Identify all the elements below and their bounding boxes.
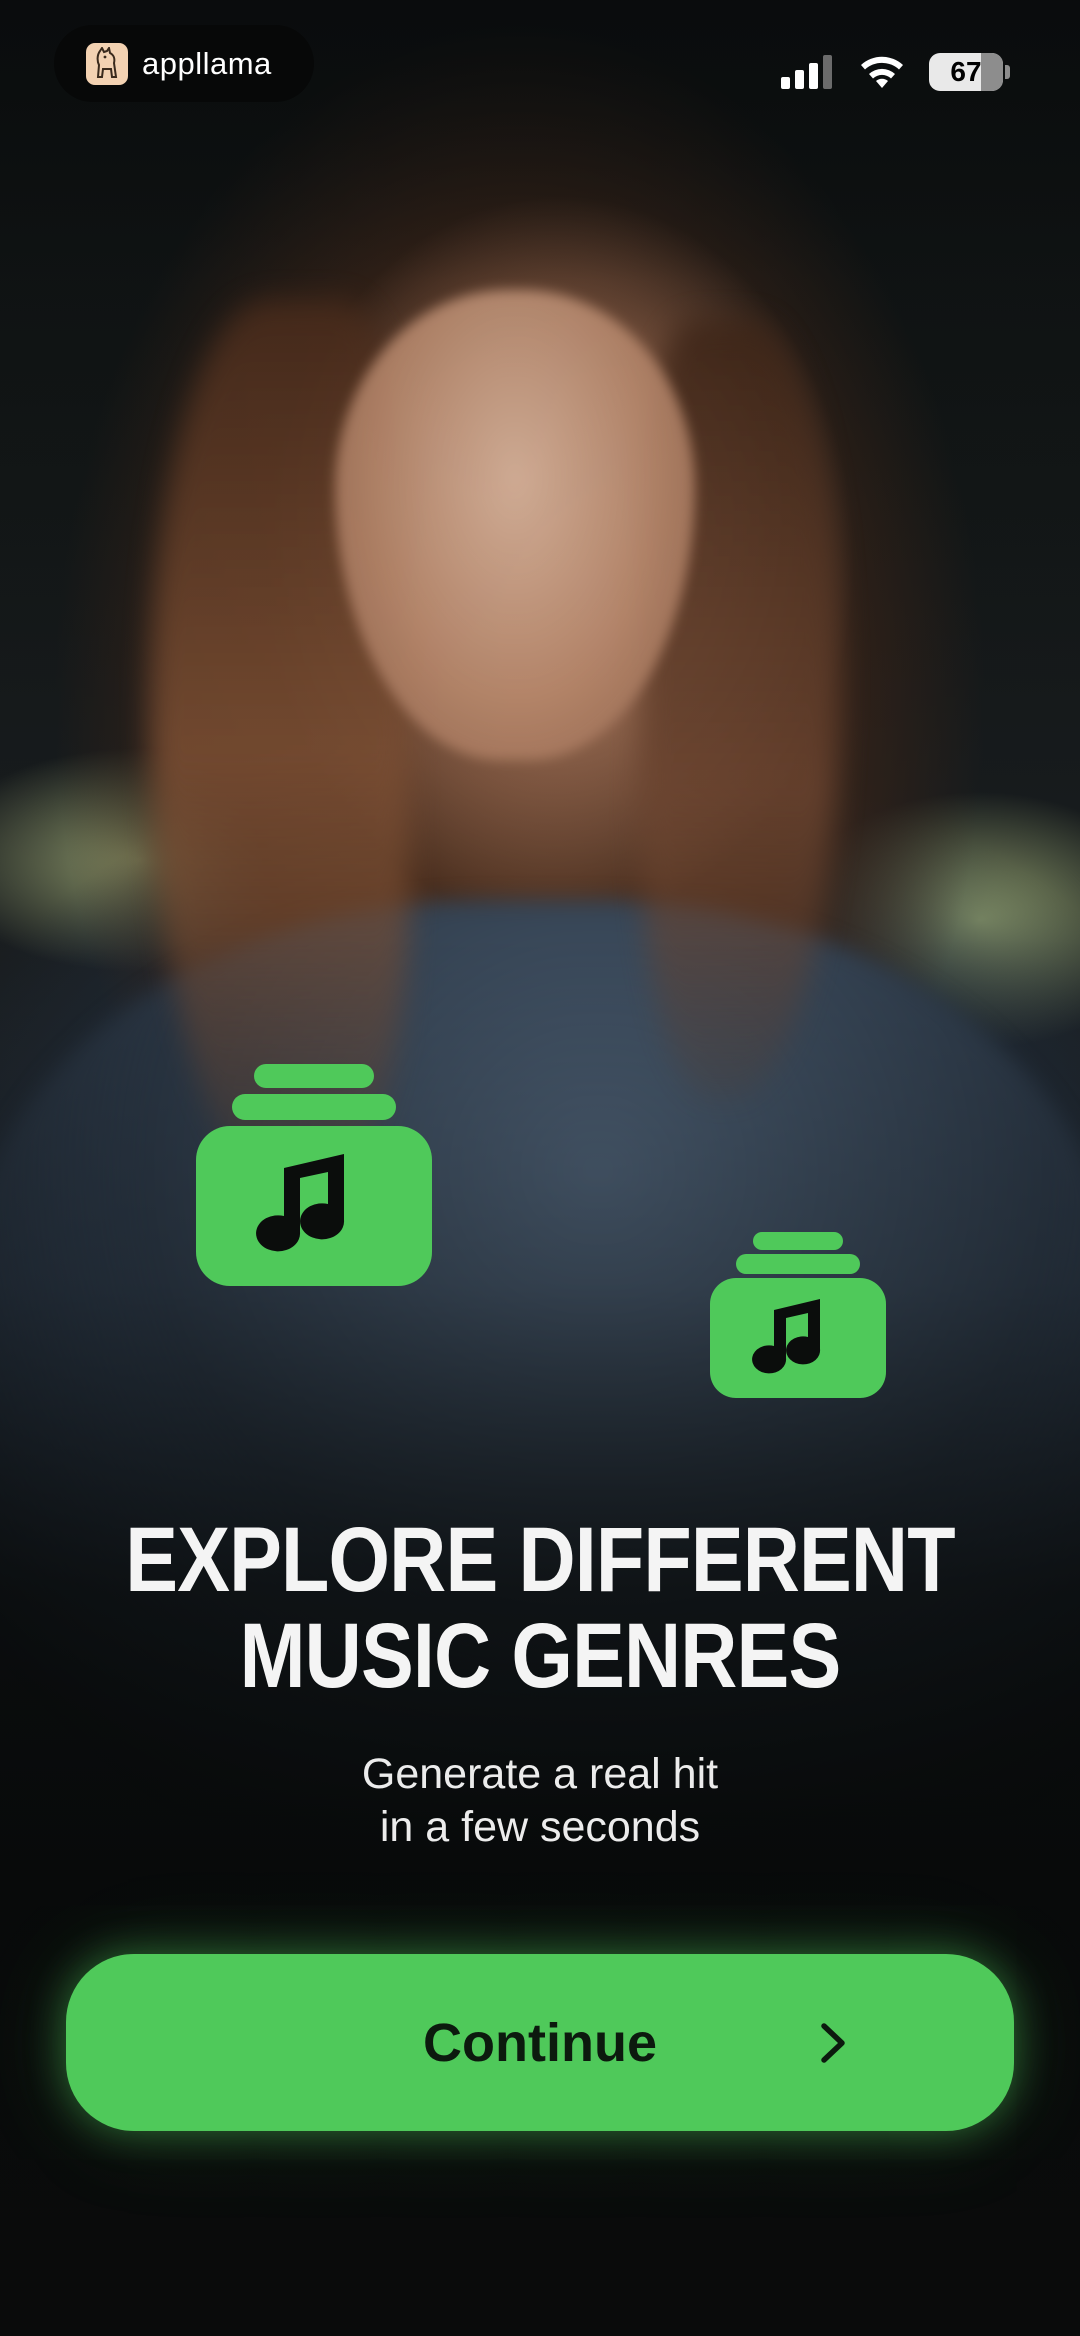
status-bar-right: 67	[781, 48, 1010, 96]
music-album-icon	[196, 1064, 432, 1286]
page-subtitle: Generate a real hit in a few seconds	[0, 1748, 1080, 1854]
battery-icon: 67	[929, 53, 1003, 91]
battery-level: 67	[950, 56, 982, 87]
title-line-1: EXPLORE DIFFERENT	[125, 1509, 955, 1611]
llama-logo-icon	[86, 42, 128, 85]
onboarding-screen: appllama 67 EXPLORE DIFFERENT MUSIC GENR…	[0, 0, 1080, 2336]
continue-label: Continue	[423, 2012, 657, 2073]
continue-button[interactable]: Continue	[66, 1954, 1014, 2131]
subtitle-line-1: Generate a real hit	[361, 1750, 719, 1798]
subtitle-line-2: in a few seconds	[379, 1803, 701, 1851]
wifi-icon	[861, 56, 903, 88]
cellular-signal-icon	[781, 55, 832, 89]
brand-badge: appllama	[54, 25, 314, 102]
title-line-2: MUSIC GENRES	[239, 1605, 842, 1707]
chevron-right-icon	[821, 2023, 845, 2063]
page-title: EXPLORE DIFFERENT MUSIC GENRES	[76, 1512, 1005, 1704]
brand-name: appllama	[142, 45, 272, 81]
music-album-icon	[710, 1232, 886, 1398]
